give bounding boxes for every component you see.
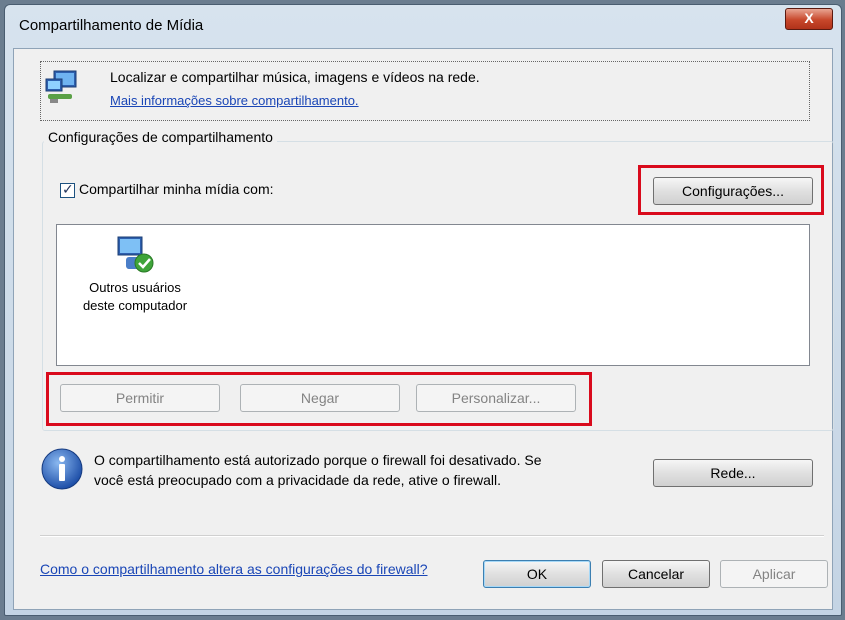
- more-info-link[interactable]: Mais informações sobre compartilhamento.: [110, 93, 359, 108]
- device-label-line1: Outros usuários: [89, 280, 181, 295]
- footer-divider: [40, 535, 824, 537]
- info-line-2: você está preocupado com a privacidade d…: [94, 472, 502, 488]
- checkmark-icon: ✓: [62, 180, 74, 197]
- firewall-info-text: O compartilhamento está autorizado porqu…: [94, 450, 614, 490]
- info-icon: [41, 448, 83, 490]
- sharing-settings-label: Configurações de compartilhamento: [44, 129, 277, 145]
- cancel-button[interactable]: Cancelar: [602, 560, 710, 588]
- device-label-line2: deste computador: [82, 298, 188, 313]
- share-media-checkbox[interactable]: ✓: [60, 180, 75, 198]
- header-description: Localizar e compartilhar música, imagens…: [110, 69, 480, 85]
- deny-button[interactable]: Negar: [240, 384, 400, 412]
- close-button[interactable]: X: [785, 8, 833, 30]
- firewall-help-link[interactable]: Como o compartilhamento altera as config…: [40, 561, 428, 577]
- network-media-icon: [45, 70, 77, 103]
- window-title: Compartilhamento de Mídia: [19, 17, 204, 34]
- network-button[interactable]: Rede...: [653, 459, 813, 487]
- users-computer-icon: [117, 236, 154, 273]
- settings-button[interactable]: Configurações...: [653, 177, 813, 205]
- media-sharing-window: Compartilhamento de Mídia X Localizar e …: [4, 4, 842, 616]
- device-item-other-users[interactable]: Outros usuários deste computador: [65, 235, 205, 315]
- ok-button[interactable]: OK: [483, 560, 591, 588]
- share-media-row: ✓ Compartilhar minha mídia com:: [60, 181, 274, 198]
- apply-button[interactable]: Aplicar: [720, 560, 828, 588]
- share-media-label: Compartilhar minha mídia com:: [79, 181, 274, 197]
- dialog-body: Localizar e compartilhar música, imagens…: [13, 48, 834, 610]
- customize-button[interactable]: Personalizar...: [416, 384, 576, 412]
- allow-button[interactable]: Permitir: [60, 384, 220, 412]
- info-line-1: O compartilhamento está autorizado porqu…: [94, 452, 542, 468]
- title-bar: Compartilhamento de Mídia X: [5, 5, 841, 45]
- device-list: Outros usuários deste computador: [56, 224, 810, 366]
